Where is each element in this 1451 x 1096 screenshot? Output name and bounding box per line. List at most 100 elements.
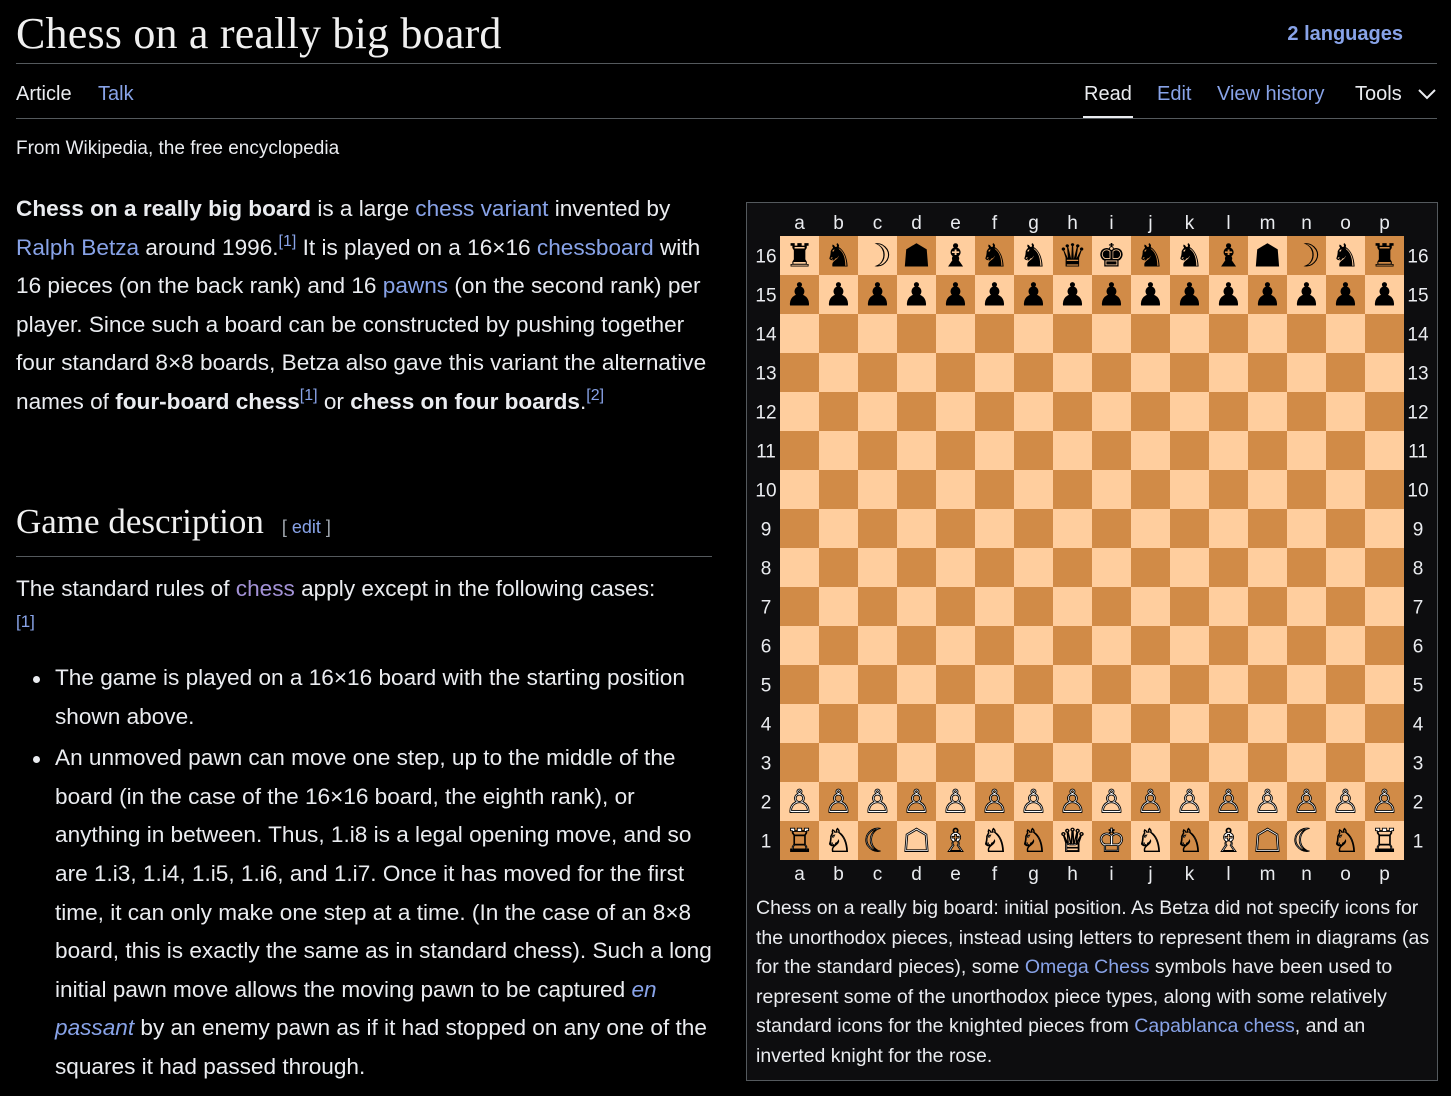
board-square[interactable] bbox=[858, 548, 897, 587]
board-square[interactable] bbox=[1170, 587, 1209, 626]
black-piece[interactable]: ♟ bbox=[1136, 276, 1165, 314]
board-square[interactable] bbox=[897, 665, 936, 704]
board-square[interactable] bbox=[897, 704, 936, 743]
black-piece[interactable]: ♟ bbox=[902, 276, 931, 314]
board-square[interactable] bbox=[1092, 548, 1131, 587]
board-square[interactable] bbox=[1326, 470, 1365, 509]
board-square[interactable] bbox=[819, 704, 858, 743]
board-square[interactable] bbox=[1014, 353, 1053, 392]
board-square[interactable] bbox=[897, 743, 936, 782]
board-square[interactable] bbox=[780, 587, 819, 626]
board-square[interactable] bbox=[1014, 470, 1053, 509]
board-square[interactable] bbox=[1326, 392, 1365, 431]
white-piece[interactable]: ♗ bbox=[1214, 821, 1244, 860]
board-square[interactable] bbox=[1209, 743, 1248, 782]
board-square[interactable] bbox=[1092, 743, 1131, 782]
board-square[interactable] bbox=[780, 314, 819, 353]
board-square[interactable] bbox=[819, 626, 858, 665]
board-square[interactable] bbox=[780, 743, 819, 782]
board-square[interactable] bbox=[1287, 392, 1326, 431]
board-square[interactable] bbox=[1053, 392, 1092, 431]
board-square[interactable] bbox=[936, 743, 975, 782]
board-square[interactable] bbox=[975, 548, 1014, 587]
board-square[interactable] bbox=[975, 431, 1014, 470]
board-square[interactable] bbox=[936, 509, 975, 548]
board-square[interactable] bbox=[1326, 431, 1365, 470]
board-square[interactable] bbox=[1287, 665, 1326, 704]
white-piece[interactable]: ♘ bbox=[824, 821, 854, 860]
board-square[interactable] bbox=[1209, 704, 1248, 743]
board-square[interactable] bbox=[1053, 353, 1092, 392]
black-piece[interactable]: ♟ bbox=[1214, 276, 1243, 314]
board-square[interactable] bbox=[1131, 470, 1170, 509]
board-square[interactable] bbox=[1053, 665, 1092, 704]
white-piece[interactable]: ♙ bbox=[1019, 782, 1049, 821]
link-capablanca-chess[interactable]: Capablanca chess bbox=[1134, 1015, 1294, 1037]
chess-board-diagram[interactable]: a b c d e f g h i j k l m n o pa b c d e f g h i j k l m n o p16 1615 15… bbox=[747, 203, 1437, 893]
white-piece[interactable]: ♙ bbox=[863, 782, 893, 821]
board-square[interactable] bbox=[1365, 626, 1404, 665]
board-square[interactable] bbox=[1365, 314, 1404, 353]
board-square[interactable] bbox=[1248, 509, 1287, 548]
board-square[interactable] bbox=[1170, 392, 1209, 431]
board-square[interactable] bbox=[1170, 665, 1209, 704]
board-square[interactable] bbox=[819, 548, 858, 587]
board-square[interactable] bbox=[1092, 704, 1131, 743]
white-piece[interactable]: ♙ bbox=[1136, 782, 1166, 821]
board-square[interactable] bbox=[1209, 509, 1248, 548]
link-chess[interactable]: chess bbox=[236, 576, 295, 601]
board-square[interactable] bbox=[1014, 509, 1053, 548]
tab-read[interactable]: Read bbox=[1084, 83, 1132, 106]
board-square[interactable] bbox=[1131, 509, 1170, 548]
tab-talk[interactable]: Talk bbox=[98, 83, 134, 106]
board-square[interactable] bbox=[1365, 509, 1404, 548]
board-square[interactable] bbox=[1131, 314, 1170, 353]
board-square[interactable] bbox=[819, 470, 858, 509]
black-piece[interactable]: ♞ bbox=[1019, 237, 1048, 275]
white-piece[interactable]: ♘ bbox=[1331, 821, 1361, 860]
board-square[interactable] bbox=[1365, 704, 1404, 743]
board-square[interactable] bbox=[1170, 704, 1209, 743]
black-piece[interactable]: ♝ bbox=[1214, 237, 1243, 275]
black-piece[interactable]: ☗ bbox=[1253, 237, 1282, 275]
black-piece[interactable]: ♛ bbox=[1058, 237, 1087, 275]
board-square[interactable] bbox=[1209, 626, 1248, 665]
board-square[interactable] bbox=[780, 470, 819, 509]
board-square[interactable] bbox=[819, 431, 858, 470]
black-piece[interactable]: ♟ bbox=[1292, 276, 1321, 314]
board-square[interactable] bbox=[780, 626, 819, 665]
white-piece[interactable]: ♙ bbox=[980, 782, 1010, 821]
black-piece[interactable]: ♟ bbox=[785, 276, 814, 314]
white-piece[interactable]: ♙ bbox=[785, 782, 815, 821]
black-piece[interactable]: ♟ bbox=[824, 276, 853, 314]
board-square[interactable] bbox=[975, 509, 1014, 548]
board-square[interactable] bbox=[975, 314, 1014, 353]
board-square[interactable] bbox=[1014, 665, 1053, 704]
board-square[interactable] bbox=[1326, 626, 1365, 665]
black-piece[interactable]: ♟ bbox=[1097, 276, 1126, 314]
black-piece[interactable]: ♞ bbox=[1136, 237, 1165, 275]
board-square[interactable] bbox=[1326, 509, 1365, 548]
board-square[interactable] bbox=[1053, 704, 1092, 743]
board-square[interactable] bbox=[1170, 743, 1209, 782]
link-pawns[interactable]: pawns bbox=[383, 273, 448, 298]
board-square[interactable] bbox=[1131, 665, 1170, 704]
black-piece[interactable]: ♟ bbox=[980, 276, 1009, 314]
board-square[interactable] bbox=[1131, 431, 1170, 470]
board-square[interactable] bbox=[1053, 626, 1092, 665]
board-square[interactable] bbox=[1053, 314, 1092, 353]
white-piece[interactable]: ♙ bbox=[1058, 782, 1088, 821]
board-square[interactable] bbox=[1209, 665, 1248, 704]
board-square[interactable] bbox=[975, 704, 1014, 743]
board-square[interactable] bbox=[819, 665, 858, 704]
board-square[interactable] bbox=[1248, 431, 1287, 470]
board-square[interactable] bbox=[1092, 509, 1131, 548]
black-piece[interactable]: ♟ bbox=[1019, 276, 1048, 314]
board-square[interactable] bbox=[1287, 509, 1326, 548]
board-square[interactable] bbox=[936, 626, 975, 665]
board-square[interactable] bbox=[780, 353, 819, 392]
board-square[interactable] bbox=[1209, 470, 1248, 509]
board-square[interactable] bbox=[1014, 431, 1053, 470]
white-piece[interactable]: ♘ bbox=[1019, 821, 1049, 860]
board-square[interactable] bbox=[936, 353, 975, 392]
